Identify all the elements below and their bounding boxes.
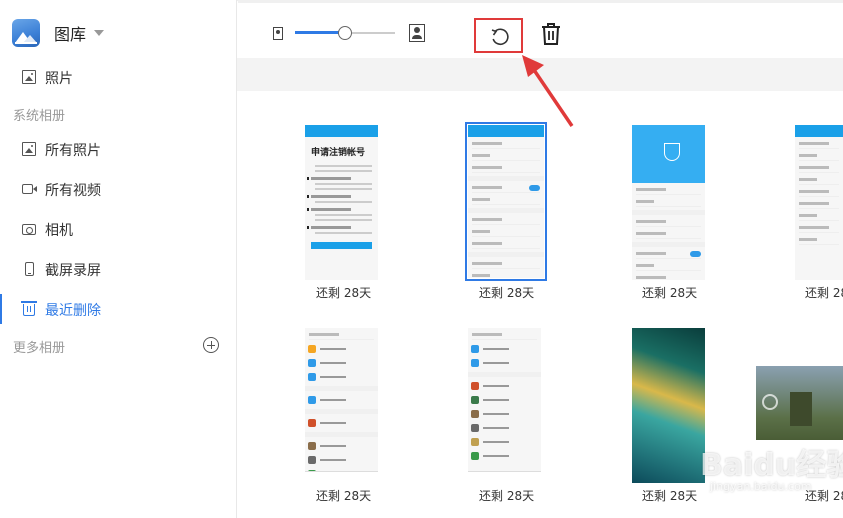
video-icon [22,184,37,194]
sidebar-item-photos[interactable]: 照片 [0,60,236,94]
sidebar-item-label: 相机 [45,223,73,239]
photo-icon [22,142,36,156]
photo-thumbnail[interactable] [468,328,541,483]
photo-thumbnail[interactable] [305,328,378,483]
photo-icon [22,70,36,84]
photo-thumbnail[interactable] [632,328,705,483]
section-label-system-albums: 系统相册 [13,109,66,124]
photo-caption: 还剩 28天 [642,286,698,300]
photo-thumbnail[interactable] [795,125,843,280]
window-border [238,0,843,3]
sidebar-item-camera[interactable]: 相机 [0,212,236,246]
watermark-text: Baidu经验 [700,448,843,483]
photo-thumbnail[interactable] [632,125,705,280]
watermark: Baidu经验 jingyan.baidu.com [700,440,843,493]
photo-thumbnail-selected[interactable] [465,122,547,281]
trash-icon [21,301,37,316]
add-album-icon[interactable] [203,337,219,353]
sidebar: 图库 照片 系统相册 所有照片 所有视频 相机 截屏录屏 最近删除 更多相册 [0,0,237,518]
mock-screen-title: 申请注销帐号 [311,148,366,158]
photo-caption: 还剩 28天 [805,286,843,300]
gallery-logo-icon [12,19,40,47]
trash-icon [542,23,560,45]
photo-caption: 还剩 28天 [479,489,535,503]
sidebar-item-label: 照片 [45,71,73,87]
sidebar-item-all-videos[interactable]: 所有视频 [0,172,236,206]
slider-thumb[interactable] [338,26,352,40]
delete-button[interactable] [540,21,562,47]
sidebar-item-all-photos[interactable]: 所有照片 [0,132,236,166]
watermark-sub: jingyan.baidu.com [710,480,812,493]
sidebar-item-label: 截屏录屏 [45,263,101,279]
zoom-in-icon[interactable] [409,24,425,42]
chevron-down-icon [94,30,105,36]
sidebar-item-label: 所有视频 [45,183,101,199]
sidebar-item-label: 最近删除 [45,303,101,319]
library-switcher[interactable]: 图库 [12,18,105,48]
sidebar-item-label: 所有照片 [45,143,101,159]
camera-icon [22,224,36,235]
phone-icon [25,262,34,276]
photo-thumbnail[interactable]: 申请注销帐号 [305,125,378,280]
zoom-out-icon[interactable] [273,27,283,40]
photo-caption: 还剩 28天 [479,286,535,300]
section-label-more-albums: 更多相册 [13,341,66,356]
photo-caption: 还剩 28天 [316,489,372,503]
restore-icon [491,28,509,46]
toolbar [237,6,843,58]
restore-button[interactable] [474,18,523,53]
photo-caption: 还剩 28天 [316,286,372,300]
photo-caption: 还剩 28天 [642,489,698,503]
annotation-arrow [522,55,574,127]
photo-thumbnail[interactable] [756,366,843,440]
sidebar-item-recently-deleted[interactable]: 最近删除 [0,292,236,326]
sidebar-item-screenshots[interactable]: 截屏录屏 [0,252,236,286]
library-title: 图库 [54,25,87,44]
gallery-app: 图库 照片 系统相册 所有照片 所有视频 相机 截屏录屏 最近删除 更多相册 申… [0,0,843,518]
thumbnail-size-slider[interactable] [295,26,395,40]
